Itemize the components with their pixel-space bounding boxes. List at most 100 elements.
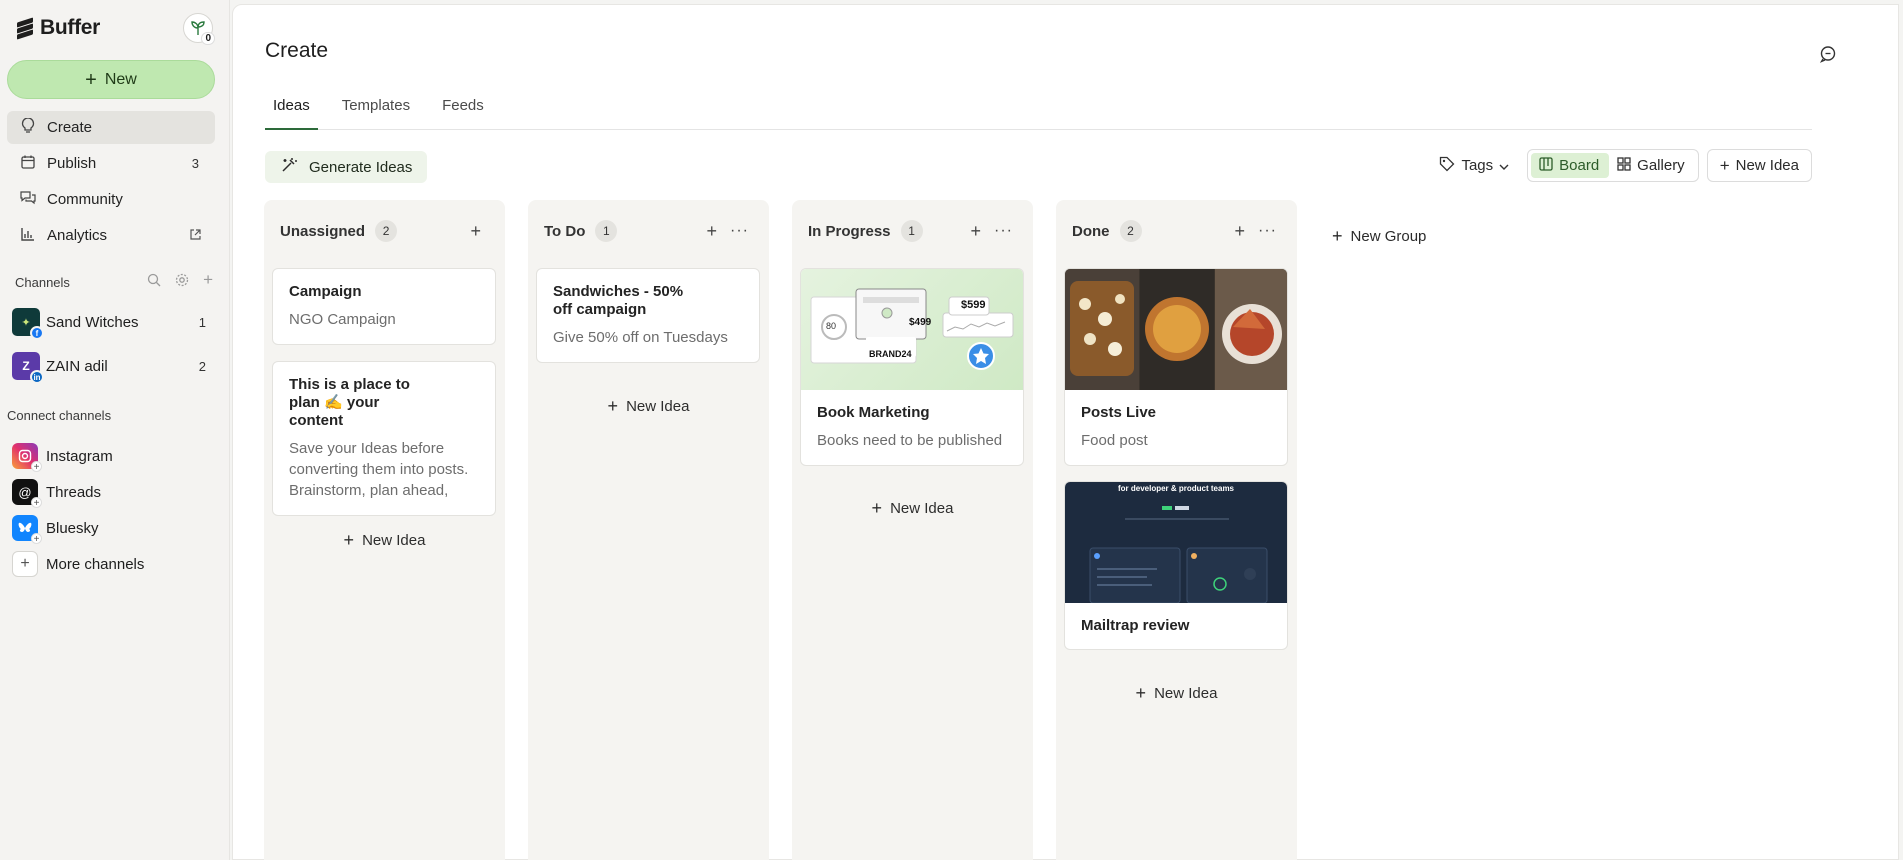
add-idea-icon[interactable]: + [970, 221, 981, 242]
threads-icon: @ + [12, 479, 42, 509]
tab-ideas[interactable]: Ideas [265, 89, 318, 130]
page-title: Create [265, 39, 329, 62]
app-name: Buffer [40, 16, 101, 39]
add-channel-icon[interactable]: + [203, 271, 213, 290]
card-title: Mailtrap review [1081, 617, 1190, 634]
column-new-idea-button[interactable]: + New Idea [792, 498, 1033, 519]
primary-nav: Create Publish 3 Community Analytics [7, 111, 215, 255]
channel-item-sand-witches[interactable]: ✦ f Sand Witches 1 [12, 304, 212, 340]
generate-ideas-label: Generate Ideas [309, 158, 413, 176]
idea-card[interactable]: Sandwiches - 50% off campaign Give 50% o… [536, 268, 760, 363]
tags-dropdown[interactable]: Tags [1439, 156, 1509, 176]
generate-ideas-button[interactable]: Generate Ideas [265, 151, 427, 183]
new-button-label: New [104, 70, 137, 88]
board-view-button[interactable]: Board [1531, 153, 1610, 178]
plus-icon: + [31, 461, 42, 473]
idea-card[interactable]: Campaign NGO Campaign [272, 268, 496, 345]
food-photo-image [1065, 269, 1287, 390]
idea-card[interactable]: for developer & product teams Mailtrap r… [1064, 481, 1288, 650]
tab-bar: Ideas Templates Feeds [265, 89, 1812, 130]
more-options-icon[interactable]: ··· [1258, 222, 1277, 240]
nav-label: Analytics [47, 227, 108, 244]
column-title: Done [1072, 222, 1110, 240]
new-button[interactable]: + New [7, 60, 215, 99]
add-idea-icon[interactable]: + [706, 221, 717, 242]
gear-icon[interactable] [175, 273, 189, 290]
magic-wand-icon [281, 157, 297, 177]
plus-icon: + [871, 498, 883, 518]
channel-avatar: Z in [12, 352, 44, 384]
connect-bluesky[interactable]: + Bluesky [12, 511, 212, 545]
channel-item-zain-adil[interactable]: Z in ZAIN adil 2 [12, 348, 212, 384]
connect-channels-label: Connect channels [7, 408, 112, 423]
column-new-idea-button[interactable]: + New Idea [264, 530, 505, 551]
sidebar: Buffer 0 + New Create Publish 3 Communit… [0, 0, 230, 860]
card-title: This is a place to plan ✍️ your content [289, 376, 410, 429]
gallery-icon [1617, 156, 1631, 175]
gallery-view-button[interactable]: Gallery [1609, 153, 1695, 178]
view-toggle: Board Gallery [1527, 149, 1699, 182]
column-header: In Progress 1 + ··· [808, 218, 1023, 244]
column-unassigned: Unassigned 2 + Campaign NGO Campaign Thi… [264, 200, 505, 860]
plant-avatar[interactable]: 0 [183, 13, 215, 45]
nav-label: Create [47, 119, 93, 136]
card-title: Book Marketing [817, 404, 930, 421]
plus-icon: + [1332, 226, 1343, 246]
column-header: Unassigned 2 + [280, 218, 495, 244]
avatar-badge: 0 [201, 32, 215, 45]
publish-count: 3 [191, 156, 199, 171]
connect-threads[interactable]: @ + Threads [12, 475, 212, 509]
tab-templates[interactable]: Templates [334, 89, 418, 130]
nav-item-create[interactable]: Create [7, 111, 215, 144]
image-headline: for developer & product teams [1117, 484, 1235, 493]
nav-item-publish[interactable]: Publish 3 [7, 147, 215, 180]
buffer-logo[interactable]: Buffer [16, 16, 100, 40]
column-to-do: To Do 1 + ··· Sandwiches - 50% off campa… [528, 200, 769, 860]
card-subtitle: Books need to be published [817, 432, 1003, 449]
add-idea-icon[interactable]: + [470, 221, 481, 242]
chevron-down-icon [1499, 157, 1509, 174]
nav-item-analytics[interactable]: Analytics [7, 219, 215, 252]
new-idea-button[interactable]: + New Idea [1706, 149, 1812, 182]
connect-instagram[interactable]: + Instagram [12, 439, 212, 473]
calendar-icon [19, 155, 37, 172]
instagram-icon: + [12, 443, 42, 473]
tab-feeds[interactable]: Feeds [434, 89, 492, 130]
channel-count: 1 [198, 314, 206, 330]
column-count: 2 [375, 220, 398, 242]
feedback-chat-icon[interactable] [1818, 45, 1838, 65]
connect-more-channels[interactable]: + More channels [12, 547, 212, 581]
add-idea-icon[interactable]: + [1234, 221, 1245, 242]
channel-avatar: ✦ f [12, 308, 44, 340]
mailtrap-image: for developer & product teams [1065, 482, 1287, 603]
column-in-progress: In Progress 1 + ··· $599 $499 BRAND24 80 [792, 200, 1033, 860]
new-idea-label: New Idea [1154, 685, 1218, 702]
new-idea-label: New Idea [1735, 157, 1799, 174]
idea-card[interactable]: Posts Live Food post [1064, 268, 1288, 466]
idea-card[interactable]: $599 $499 BRAND24 80 Book Marketing Book… [800, 268, 1024, 466]
new-group-button[interactable]: + New Group [1332, 226, 1426, 247]
plus-icon: + [607, 396, 619, 416]
connect-label: Bluesky [46, 519, 99, 537]
column-done: Done 2 + ··· Posts Live Food post for de… [1056, 200, 1297, 860]
plus-icon: + [1719, 155, 1730, 175]
channel-name: ZAIN adil [46, 357, 108, 375]
nav-item-community[interactable]: Community [7, 183, 215, 216]
image-price-label: $499 [909, 317, 932, 328]
plus-icon: + [343, 530, 355, 550]
nav-label: Publish [47, 155, 97, 172]
column-header: Done 2 + ··· [1072, 218, 1287, 244]
linkedin-icon: in [30, 370, 44, 384]
column-new-idea-button[interactable]: + New Idea [1056, 683, 1297, 704]
more-options-icon[interactable]: ··· [730, 222, 749, 240]
column-new-idea-button[interactable]: + New Idea [528, 396, 769, 417]
idea-card[interactable]: This is a place to plan ✍️ your content … [272, 361, 496, 516]
card-title: Campaign [289, 283, 362, 300]
external-link-icon [190, 228, 201, 243]
tag-icon [1439, 156, 1455, 176]
more-options-icon[interactable]: ··· [994, 222, 1013, 240]
gallery-label: Gallery [1637, 157, 1685, 174]
search-icon[interactable] [147, 273, 161, 290]
column-count: 1 [900, 220, 923, 242]
lightbulb-icon [19, 117, 37, 137]
